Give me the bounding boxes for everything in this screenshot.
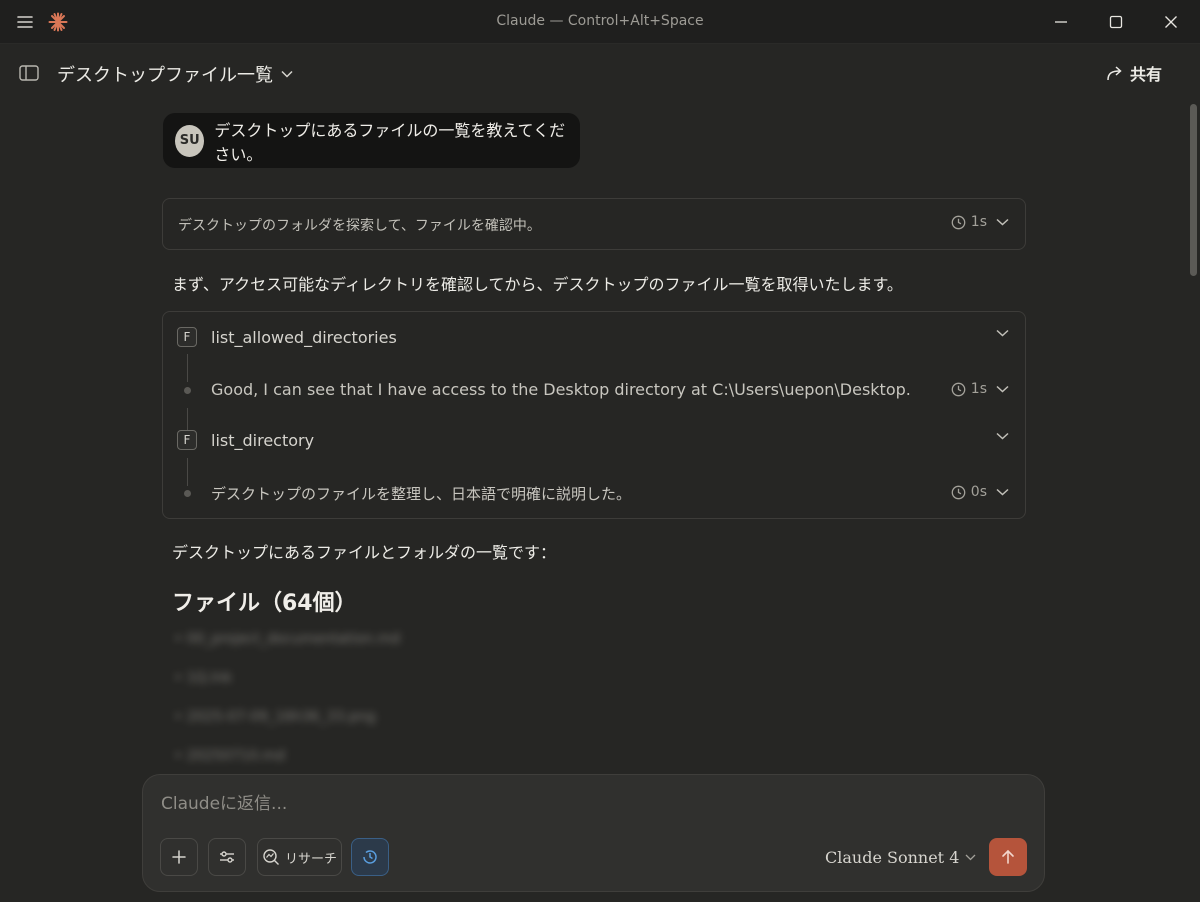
assistant-intro-text: まず、アクセス可能なディレクトリを確認してから、デスクトップのファイル一覧を取得… [172,275,903,294]
claude-logo-icon [46,10,70,34]
tool-result-step[interactable]: Good, I can see that I have access to th… [163,373,1025,407]
share-label: 共有 [1130,65,1163,84]
timeline-dot [184,387,191,394]
scrollbar-thumb[interactable] [1190,104,1197,276]
files-heading: ファイル（64個） [172,591,357,616]
share-button[interactable]: 共有 [1106,61,1162,85]
research-icon [263,849,279,865]
title-bar: Claude — Control+Alt+Space [0,0,1200,44]
message-composer: リサーチ Claude Sonnet 4 [142,774,1045,892]
tool-result-step[interactable]: デスクトップのファイルを整理し、日本語で明確に説明した。 0s [163,476,1025,510]
share-arrow-icon [1107,66,1122,81]
chevron-down-icon [996,488,1009,496]
hamburger-menu-icon[interactable] [14,11,36,33]
clock-icon [363,850,377,864]
thinking-text: デスクトップのフォルダを探索して、ファイルを確認中。 [178,218,541,234]
clock-icon [951,215,966,229]
plus-icon [172,850,186,864]
clock-icon [951,485,966,499]
conversation-title-dropdown[interactable]: デスクトップファイル一覧 [57,61,293,87]
chevron-down-icon [996,432,1009,440]
tool-use-panel: F list_allowed_directories Good, I can s… [162,311,1026,519]
conversation-title: デスクトップファイル一覧 [57,65,273,86]
chevron-down-icon [281,70,293,78]
list-item: • 1Q.lnk [174,670,232,686]
tools-settings-button[interactable] [208,838,246,876]
chevron-down-icon [996,329,1009,337]
sliders-icon [220,851,234,863]
tool-name: list_directory [211,431,315,450]
research-button[interactable]: リサーチ [257,838,342,876]
tool-name: list_allowed_directories [211,328,397,347]
sidebar-toggle-icon[interactable] [17,62,41,84]
maximize-button[interactable] [1088,0,1144,44]
user-message-text: デスクトップにあるファイルの一覧を教えてください。 [214,120,566,164]
list-item: • 20250710.md [174,748,285,764]
thinking-summary[interactable]: デスクトップのフォルダを探索して、ファイルを確認中。 1s [162,198,1026,250]
add-attachment-button[interactable] [160,838,198,876]
tool-step-text: デスクトップのファイルを整理し、日本語で明確に説明した。 [211,485,632,503]
tool-call-list-directory[interactable]: F list_directory [163,424,1025,458]
chevron-down-icon [965,854,976,861]
tool-step-text: Good, I can see that I have access to th… [211,380,911,399]
avatar[interactable]: SU [175,124,205,157]
filesystem-tool-icon: F [177,327,197,347]
step-duration: 1s [951,381,1009,397]
extended-thinking-toggle[interactable] [351,838,389,876]
model-name: Claude Sonnet 4 [825,848,960,867]
thinking-duration: 1s [951,214,1009,230]
list-item: • 2025-07-09_16h36_33.png [174,709,376,725]
minimize-button[interactable] [1033,0,1089,44]
arrow-up-icon [1002,849,1014,864]
clock-icon [951,382,966,396]
research-label: リサーチ [284,851,337,867]
list-item: • 00_project_documentation.md [174,631,401,647]
close-window-button[interactable] [1143,0,1199,44]
timeline-dot [184,490,191,497]
chevron-down-icon [996,218,1009,226]
conversation-header: デスクトップファイル一覧 共有 [0,44,1200,102]
reply-input[interactable] [159,793,1023,815]
send-button[interactable] [989,838,1027,876]
filesystem-tool-icon: F [177,430,197,450]
model-selector[interactable]: Claude Sonnet 4 [825,848,976,867]
step-duration: 0s [951,484,1009,500]
chevron-down-icon [996,385,1009,393]
assistant-summary-text: デスクトップにあるファイルとフォルダの一覧です： [172,543,557,562]
tool-call-list-allowed-directories[interactable]: F list_allowed_directories [163,321,1025,355]
user-message: SU デスクトップにあるファイルの一覧を教えてください。 [163,113,580,168]
window-title: Claude — Control+Alt+Space [496,13,704,29]
